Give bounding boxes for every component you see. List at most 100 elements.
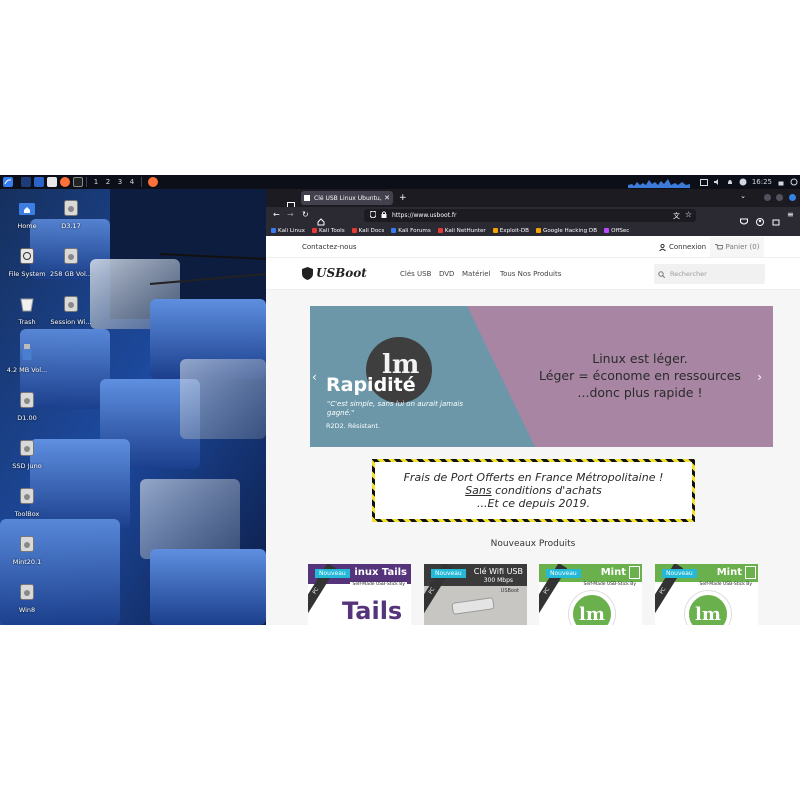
panel-separator — [86, 177, 87, 187]
product-subtitle: Self-Made USB-Stick By — [697, 582, 754, 587]
login-link[interactable]: Connexion — [659, 243, 706, 251]
product-subtitle: Self-Made USB-Stick By — [350, 582, 407, 587]
desktop-icon-label: Session Wi... — [50, 318, 92, 326]
desktop-icon-label: 258 GB Vol... — [50, 270, 92, 278]
menu-icon[interactable]: ≡ — [787, 210, 794, 219]
drive-icon — [18, 535, 36, 553]
desktop-icon-42mb[interactable]: 4.2 MB Vol... — [0, 343, 54, 374]
search-box[interactable]: Rechercher — [654, 264, 765, 284]
extensions-icon[interactable] — [772, 211, 780, 230]
navigation-bar: ← → ↻ https://www.usboot.fr 文 ☆ ≡ — [266, 207, 800, 226]
workspace-4[interactable]: 4 — [126, 178, 138, 186]
product-card-mint-2[interactable]: Nouveau PC Mint Self-Made USB-Stick By l… — [655, 564, 758, 625]
forward-icon[interactable]: → — [287, 210, 294, 219]
kali-forums-icon — [391, 228, 397, 233]
new-tab-button[interactable]: + — [399, 193, 407, 203]
bookmark-offsec[interactable]: OffSec — [604, 228, 629, 234]
firefox-task-icon[interactable] — [148, 177, 158, 187]
product-card-mint[interactable]: Nouveau PC Mint Self-Made USB-Stick By l… — [539, 564, 642, 625]
minimize-icon[interactable] — [764, 194, 771, 201]
new-products-title: Nouveaux Produits — [490, 539, 576, 549]
desktop-icon-label: SSD Juno — [12, 462, 42, 470]
product-brand: USBoot — [500, 588, 519, 594]
drive-icon — [18, 583, 36, 601]
browser-tab[interactable]: Clé USB Linux Ubuntu, M ✕ — [301, 191, 393, 205]
site-logo[interactable]: USBoot — [302, 266, 367, 280]
desktop-screen: 1 2 3 4 16:25 Home D3.17 File System 258… — [0, 175, 800, 625]
terminal-icon[interactable] — [21, 177, 31, 187]
nav-tous-produits[interactable]: Tous Nos Produits — [500, 270, 561, 278]
nav-materiel[interactable]: Matériel — [462, 270, 490, 278]
tab-list-icon[interactable]: ⌄ — [740, 192, 746, 200]
desktop-icon-win8[interactable]: Win8 — [0, 583, 54, 614]
product-title: Mint — [716, 567, 742, 578]
lock-icon[interactable] — [381, 211, 387, 220]
volume-icon[interactable] — [713, 178, 722, 187]
window-icon[interactable] — [700, 178, 709, 187]
bookmark-star-icon[interactable]: ☆ — [685, 210, 692, 219]
translate-icon[interactable]: 文 — [673, 211, 680, 221]
url-bar[interactable]: https://www.usboot.fr 文 ☆ — [364, 209, 696, 222]
terminal-window-icon[interactable] — [73, 177, 83, 187]
kali-docs-icon — [351, 228, 357, 233]
slider-prev-icon[interactable]: ‹ — [312, 370, 317, 384]
bookmark-kali-forums[interactable]: Kali Forums — [391, 228, 431, 234]
kali-icon — [271, 228, 276, 233]
product-card-wifi[interactable]: Nouveau PC Clé Wifi USB 300 Mbps USBoot — [424, 564, 527, 625]
contact-link[interactable]: Contactez-nous — [302, 243, 357, 251]
hero-slider[interactable]: lm ‹ › Rapidité "C'est simple, sans lui … — [310, 306, 773, 447]
bookmark-exploit-db[interactable]: Exploit-DB — [492, 228, 529, 234]
desktop-icon-d100[interactable]: D1.00 — [0, 391, 54, 422]
nav-cles-usb[interactable]: Clés USB — [400, 270, 431, 278]
notification-bell-icon[interactable] — [726, 178, 735, 187]
workspace-3[interactable]: 3 — [114, 178, 126, 186]
url-text: https://www.usboot.fr — [392, 212, 457, 219]
product-card-tails[interactable]: Nouveau PC inux Tails Self-Made USB-Stic… — [308, 564, 411, 625]
bookmark-kali-nethunter[interactable]: Kali NetHunter — [437, 228, 486, 234]
clock[interactable]: 16:25 — [752, 178, 772, 186]
pocket-icon[interactable] — [740, 211, 748, 230]
account-icon[interactable] — [756, 211, 764, 230]
trash-icon — [18, 295, 36, 313]
drive-icon — [62, 199, 80, 217]
slide-right-text: Linux est léger. Léger = économe en ress… — [520, 350, 760, 401]
shield-icon[interactable] — [369, 210, 377, 220]
maximize-icon[interactable] — [776, 194, 783, 201]
close-window-icon[interactable] — [789, 194, 796, 201]
reload-icon[interactable]: ↻ — [302, 210, 309, 219]
back-icon[interactable]: ← — [273, 210, 280, 219]
slide-author: R2D2. Résistant. — [326, 422, 380, 430]
bookmark-kali-docs[interactable]: Kali Docs — [351, 228, 384, 234]
nethunter-icon — [437, 228, 443, 233]
cart-button[interactable]: Panier (0) — [710, 237, 764, 257]
mint-logo: lm — [685, 591, 731, 625]
bookmark-google-hacking-db[interactable]: Google Hacking DB — [536, 228, 597, 234]
lock-icon[interactable] — [776, 178, 785, 187]
workspace-2[interactable]: 2 — [102, 178, 114, 186]
desktop-icon-ssd-juno[interactable]: SSD Juno — [0, 439, 54, 470]
nav-dvd[interactable]: DVD — [439, 270, 454, 278]
desktop-icon-session[interactable]: Session Wi... — [44, 295, 98, 326]
new-badge: Nouveau — [662, 569, 697, 578]
product-title: inux Tails — [354, 567, 407, 578]
product-title: Clé Wifi USB — [473, 567, 523, 576]
desktop-icon-mint201[interactable]: Mint20.1 — [0, 535, 54, 566]
new-badge: Nouveau — [546, 569, 581, 578]
kali-menu-icon[interactable] — [3, 177, 13, 187]
files-icon[interactable] — [34, 177, 44, 187]
offsec-icon — [604, 228, 610, 233]
bookmarks-toolbar: Kali Linux Kali Tools Kali Docs Kali For… — [266, 225, 800, 236]
firefox-icon[interactable] — [60, 177, 70, 187]
home-icon[interactable] — [317, 211, 325, 230]
tab-favicon-icon — [304, 195, 310, 201]
desktop-icon-258gb[interactable]: 258 GB Vol... — [44, 247, 98, 278]
desktop-area: Home D3.17 File System 258 GB Vol... Tra… — [0, 189, 266, 625]
editor-icon[interactable] — [47, 177, 57, 187]
logo-shield-icon — [302, 266, 313, 280]
power-icon[interactable] — [789, 178, 798, 187]
workspace-1[interactable]: 1 — [90, 178, 102, 186]
desktop-icon-toolbox[interactable]: ToolBox — [0, 487, 54, 518]
bookmark-kali-linux[interactable]: Kali Linux — [271, 228, 305, 234]
desktop-icon-d317[interactable]: D3.17 — [44, 199, 98, 230]
tab-close-icon[interactable]: ✕ — [384, 194, 390, 202]
